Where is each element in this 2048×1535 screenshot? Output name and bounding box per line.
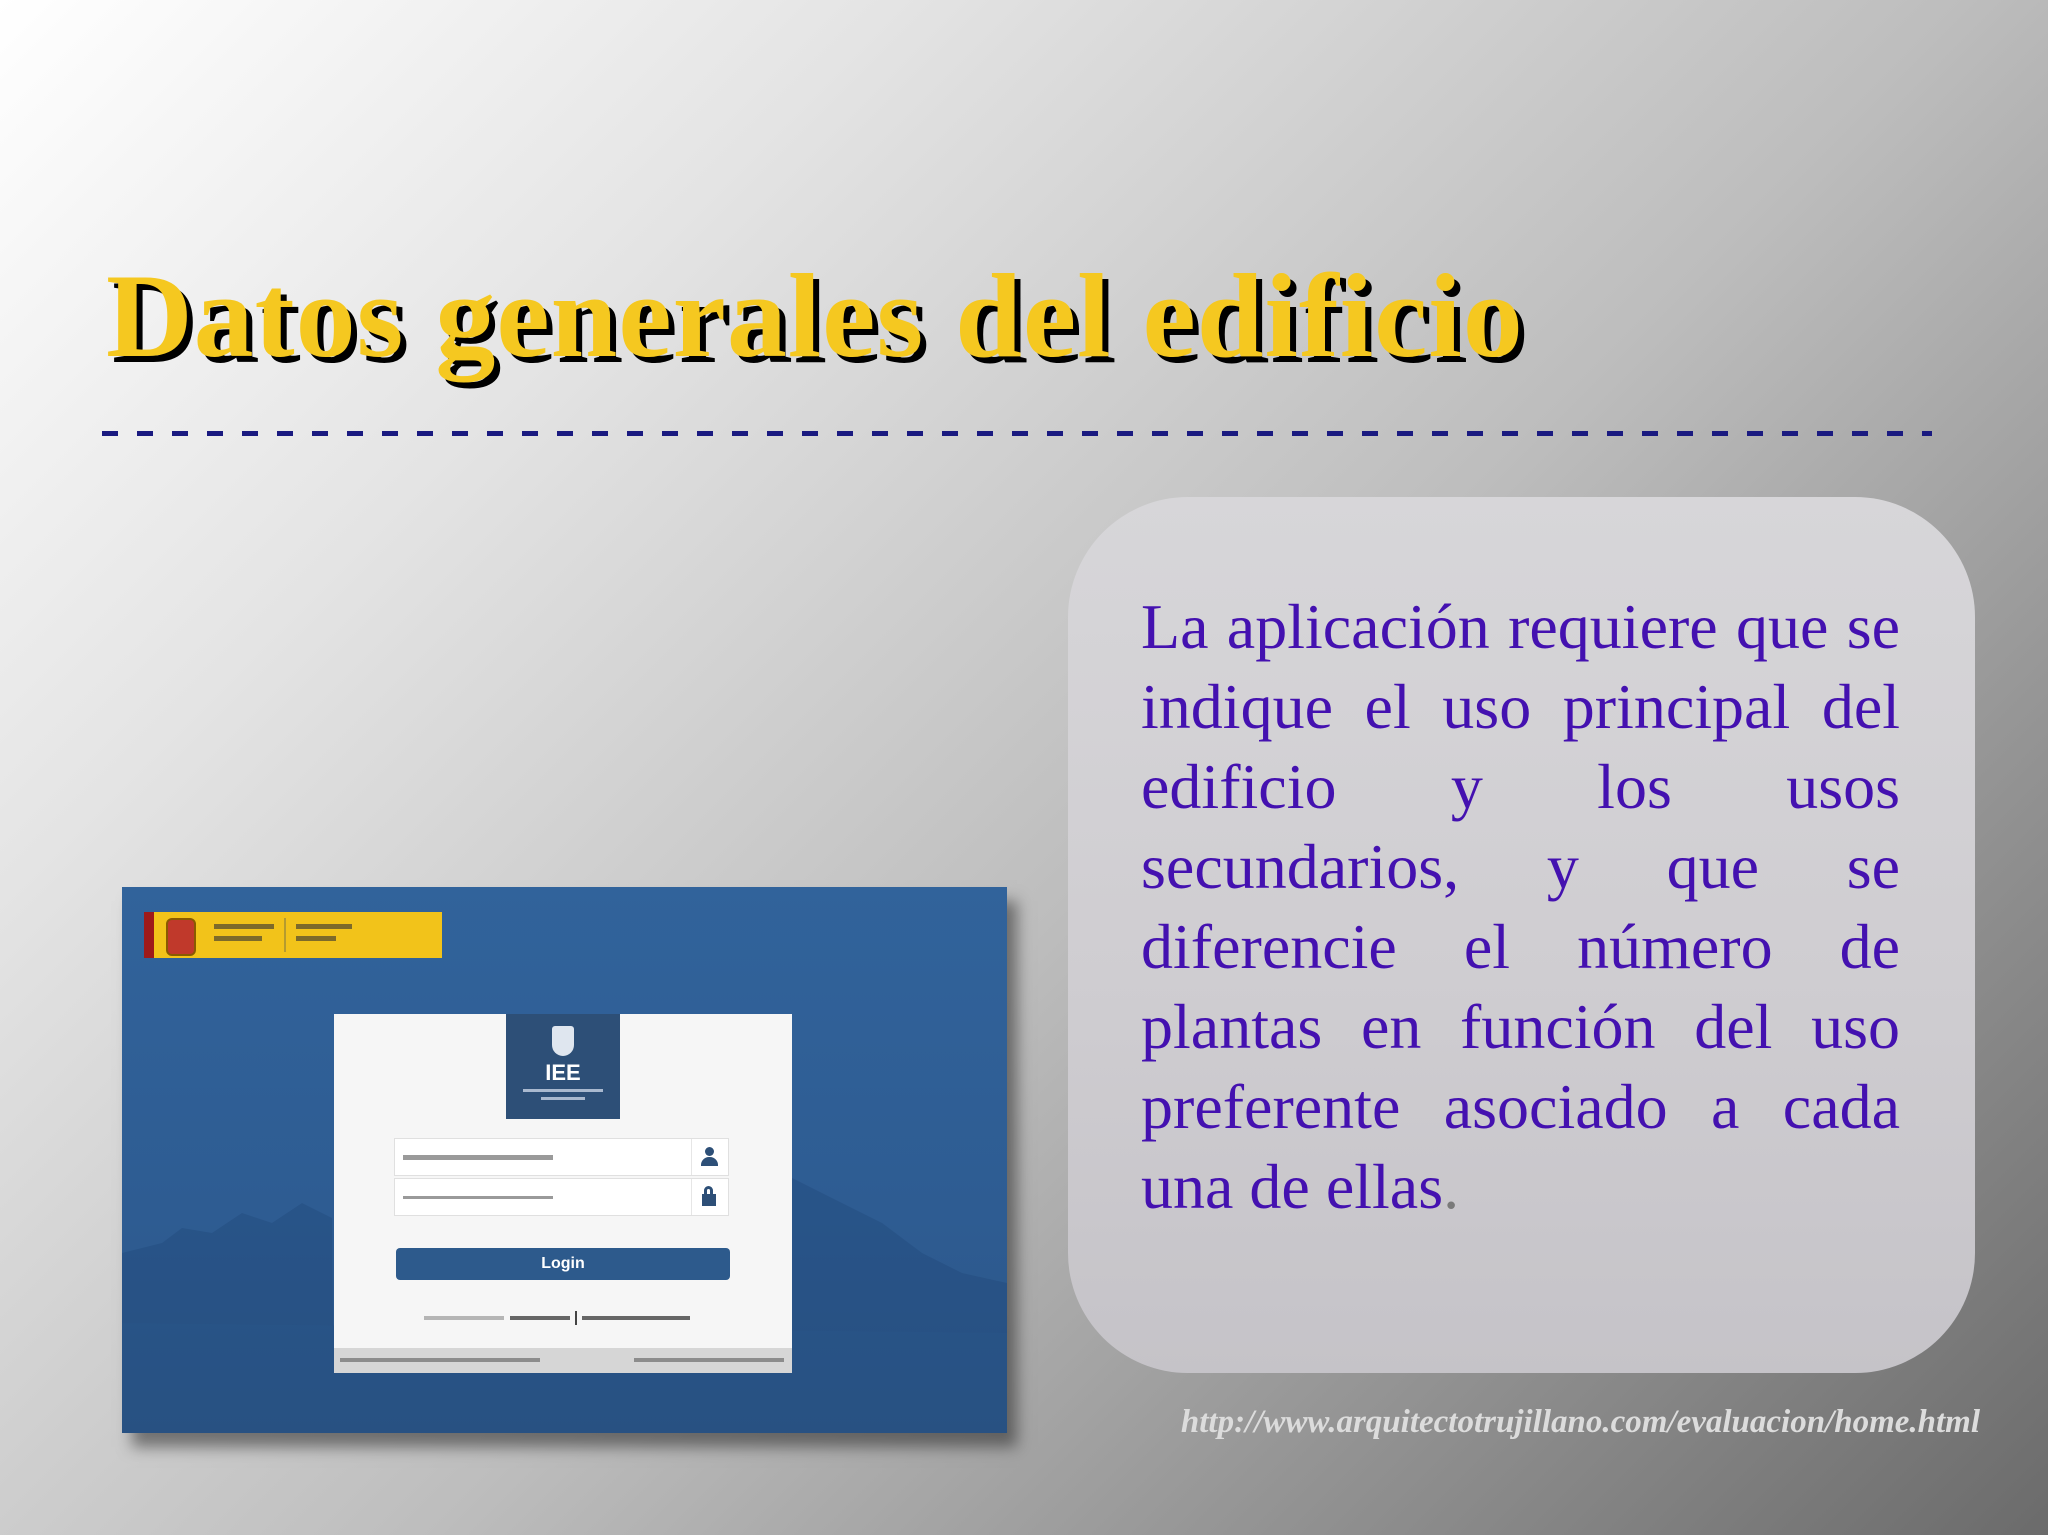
login-screenshot: IEE Login [122,887,1007,1433]
username-placeholder [403,1155,553,1160]
description-card: La aplicación requiere que se indique el… [1068,497,1975,1373]
lock-icon [691,1179,728,1215]
source-url: http://www.arquitectotrujillano.com/eval… [1180,1404,1980,1440]
government-logo [144,912,442,958]
password-placeholder [403,1196,553,1199]
login-help-links[interactable] [334,1311,792,1325]
description-text: La aplicación requiere que se indique el… [1141,587,1900,1227]
description-period: . [1443,1151,1460,1222]
username-field[interactable] [394,1138,729,1176]
user-icon [691,1139,728,1175]
slide-title: Datos generales del edificio [106,249,1524,382]
iee-logo-text: IEE [545,1060,581,1085]
password-field[interactable] [394,1178,729,1216]
description-body: La aplicación requiere que se indique el… [1141,591,1900,1222]
iee-logo: IEE [506,1014,620,1119]
shield-icon [552,1026,574,1056]
login-panel-footer [334,1348,792,1373]
login-button[interactable]: Login [396,1248,730,1280]
login-panel: IEE Login [334,1014,792,1373]
dashed-divider [102,431,1932,436]
coat-of-arms-icon [166,918,196,956]
